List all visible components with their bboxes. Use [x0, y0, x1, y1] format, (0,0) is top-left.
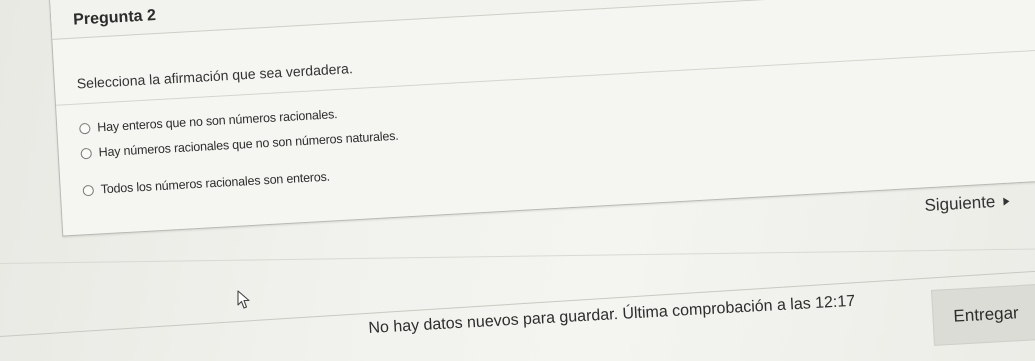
question-header: [49, 0, 1035, 40]
option-label: Hay enteros que no son números racionale…: [96, 107, 338, 135]
quiz-page: Pregunta 2 Selecciona la afirmación que …: [0, 0, 1035, 361]
submit-button-label: Entregar: [952, 303, 1020, 326]
option-1[interactable]: Hay enteros que no son números racionale…: [79, 107, 338, 135]
radio-button[interactable]: [79, 122, 91, 134]
radio-button[interactable]: [80, 147, 93, 159]
option-label: Hay números racionales que no son número…: [98, 128, 399, 160]
next-button-label: Siguiente: [924, 192, 996, 215]
option-2[interactable]: Hay números racionales que no son número…: [80, 128, 399, 161]
submit-button[interactable]: Entregar: [931, 283, 1035, 346]
option-label: Todos los números racionales son enteros…: [100, 169, 331, 197]
save-status-text: No hay datos nuevos para guardar. Última…: [368, 292, 856, 337]
question-prompt: Selecciona la afirmación que sea verdade…: [76, 60, 354, 92]
question-card: Pregunta 2 Selecciona la afirmación que …: [48, 0, 1035, 237]
divider: [0, 247, 1035, 264]
mouse-pointer-icon: [237, 290, 250, 309]
triangle-right-icon: [1003, 197, 1010, 206]
option-3[interactable]: Todos los números racionales son enteros…: [82, 170, 330, 198]
next-button[interactable]: Siguiente: [924, 191, 1010, 216]
radio-button[interactable]: [82, 184, 95, 196]
